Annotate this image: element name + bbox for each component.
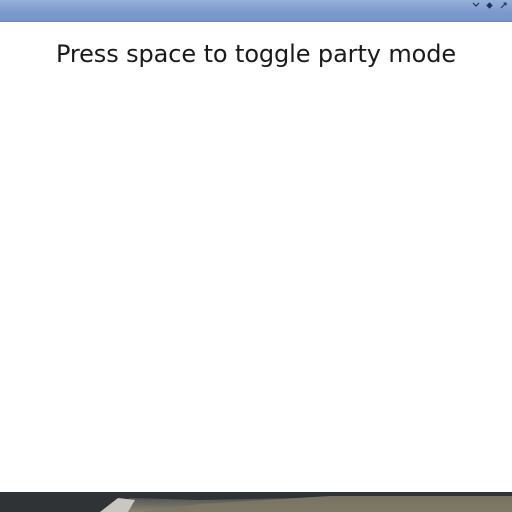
chevron-down-icon — [472, 2, 479, 7]
desktop-wallpaper-shape — [0, 492, 512, 512]
instruction-text: Press space to toggle party mode — [55, 40, 457, 68]
close-icon — [500, 1, 507, 8]
diamond-icon — [486, 1, 493, 9]
screen: Press space to toggle party mode — [0, 0, 512, 512]
desktop-background — [0, 492, 512, 512]
window-titlebar[interactable] — [0, 0, 512, 22]
window-controls — [470, 0, 509, 10]
maximize-button[interactable] — [484, 0, 495, 10]
close-button[interactable] — [498, 0, 509, 10]
minimize-button[interactable] — [470, 0, 481, 10]
window-content[interactable]: Press space to toggle party mode — [0, 23, 512, 492]
